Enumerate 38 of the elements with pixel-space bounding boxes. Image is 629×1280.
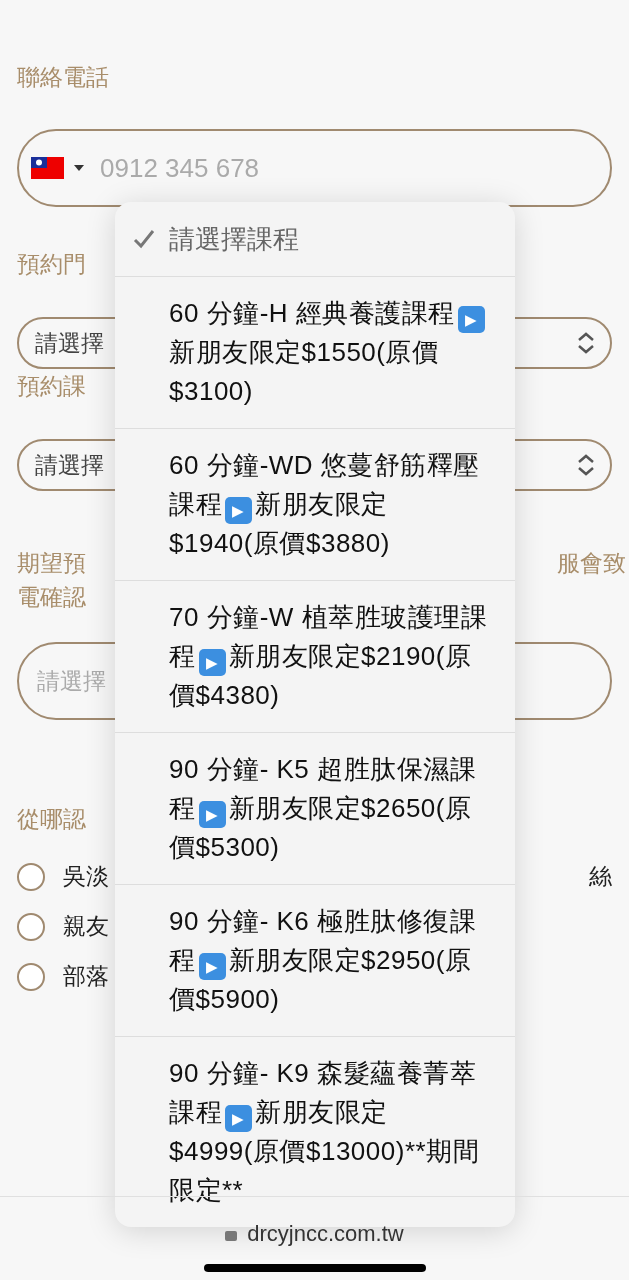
- option-text: 請選擇課程: [169, 222, 299, 256]
- field-label: 預約門: [17, 250, 87, 279]
- play-icon: ▶: [198, 953, 226, 980]
- phone-placeholder: 0912 345 678: [100, 151, 260, 185]
- radio-label: 親友: [63, 912, 109, 942]
- dropdown-option[interactable]: 請選擇課程: [115, 202, 515, 277]
- field-label: 預約課: [17, 372, 87, 401]
- chevron-up-down-icon: [576, 332, 596, 354]
- course-dropdown[interactable]: [115, 202, 515, 1227]
- dropdown-option[interactable]: 60 分鐘-H 經典養護課程 ▶ 新朋友限定$1550(原價$3100): [115, 277, 515, 429]
- dropdown-option[interactable]: 70 分鐘-W 植萃胜玻護理課程 ▶ 新朋友限定$2190(原價$4380): [115, 581, 515, 733]
- time-placeholder: 請選擇: [37, 666, 106, 696]
- dropdown-option[interactable]: 90 分鐘- K6 極胜肽修復課程 ▶ 新朋友限定$2950(原價$5900): [115, 885, 515, 1037]
- radio-button[interactable]: [17, 962, 45, 991]
- radio-button[interactable]: [17, 912, 45, 941]
- checkmark-icon: [133, 228, 155, 250]
- play-icon: ▶: [225, 1105, 252, 1132]
- field-label: 期望預: [17, 549, 86, 578]
- radio-label: 吳淡: [63, 862, 109, 892]
- play-icon: ▶: [225, 497, 252, 524]
- taiwan-flag-icon: [31, 157, 64, 179]
- play-icon: ▶: [198, 801, 226, 828]
- select-value: 請選擇: [35, 328, 104, 358]
- play-icon: ▶: [198, 649, 226, 676]
- radio-label: 部落: [63, 962, 109, 992]
- chevron-up-down-icon: [576, 454, 596, 476]
- field-label: 服會致: [557, 549, 626, 578]
- radio-label: 絲: [589, 862, 612, 892]
- play-icon: ▶: [457, 306, 485, 333]
- dropdown-option[interactable]: 60 分鐘-WD 悠蔓舒筋釋壓課程 ▶ 新朋友限定$1940(原價$3880): [115, 429, 515, 581]
- radio-button[interactable]: [17, 862, 45, 891]
- field-label: 電確認: [17, 583, 86, 612]
- select-value: 請選擇: [35, 450, 104, 480]
- dropdown-option[interactable]: 90 分鐘- K5 超胜肽保濕課程 ▶ 新朋友限定$2650(原價$5300): [115, 733, 515, 885]
- caret-icon[interactable]: [74, 165, 84, 171]
- field-label: 從哪認: [17, 805, 87, 834]
- url-text[interactable]: drcyjncc.com.tw: [247, 1217, 404, 1250]
- field-label: 聯絡電話: [17, 63, 110, 92]
